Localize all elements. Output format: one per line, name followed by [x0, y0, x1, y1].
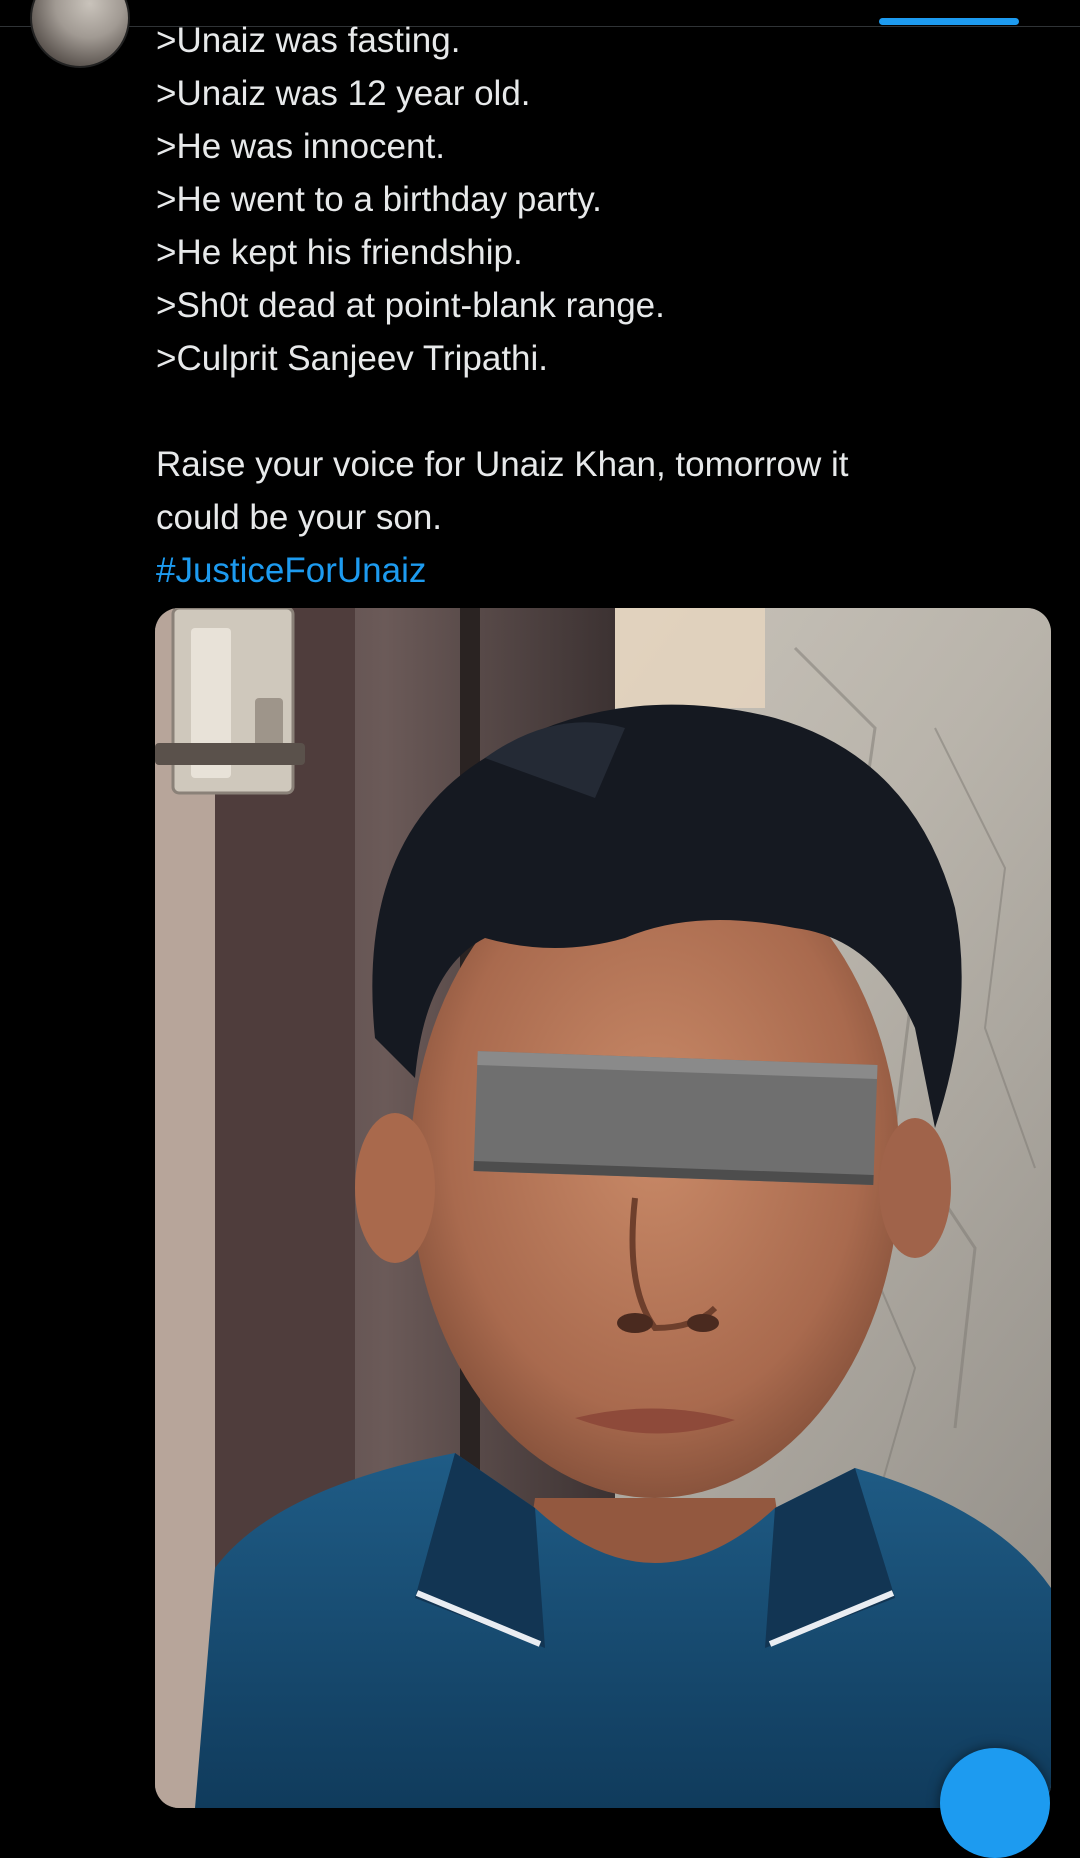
tweet-text: >Unaiz was fasting. >Unaiz was 12 year o… [156, 14, 1036, 597]
tweet-line-5: >He kept his friendship. [156, 233, 523, 272]
photo-illustration [155, 608, 1051, 1808]
tweet-line-7: >Culprit Sanjeev Tripathi. [156, 339, 549, 378]
tweet-line-1: >Unaiz was fasting. [156, 21, 461, 60]
tweet-line-6: >Sh0t dead at point-blank range. [156, 286, 665, 325]
tweet-media-photo[interactable] [155, 608, 1051, 1808]
tweet-line-4: >He went to a birthday party. [156, 180, 602, 219]
tweet-closing-line-2: could be your son. [156, 498, 443, 537]
author-avatar[interactable] [30, 0, 130, 68]
tweet-line-2: >Unaiz was 12 year old. [156, 74, 531, 113]
compose-button[interactable] [940, 1748, 1050, 1858]
hashtag-link[interactable]: #JusticeForUnaiz [156, 544, 1036, 597]
tweet-line-3: >He was innocent. [156, 127, 445, 166]
tweet-closing-line-1: Raise your voice for Unaiz Khan, tomorro… [156, 445, 849, 484]
